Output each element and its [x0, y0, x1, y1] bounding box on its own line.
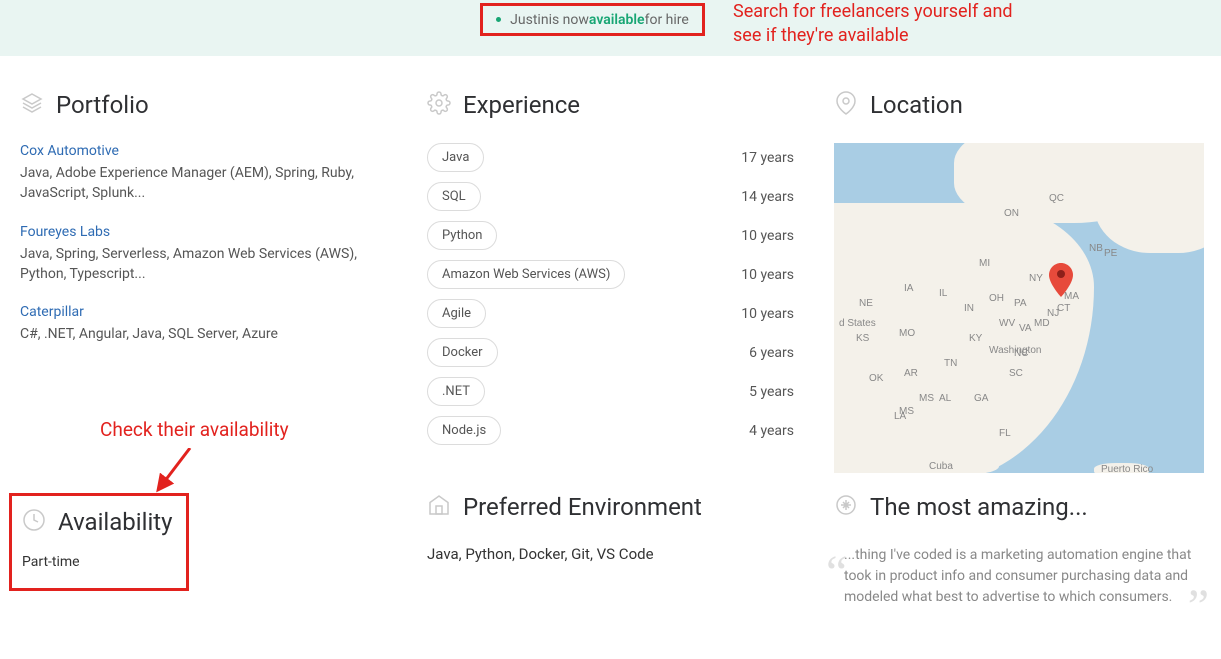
portfolio-tech: Java, Adobe Experience Manager (AEM), Sp… — [20, 163, 387, 204]
skill-pill[interactable]: Amazon Web Services (AWS) — [427, 260, 625, 289]
map-state-label: IN — [964, 303, 974, 314]
map-state-label: NB — [1089, 243, 1103, 254]
map-state-label: KS — [856, 333, 869, 344]
map-state-label: LA — [894, 411, 906, 422]
amazing-section: The most amazing... “ ...thing I've code… — [834, 493, 1201, 608]
map-state-label: MD — [1034, 318, 1050, 329]
map-state-label: MI — [979, 258, 990, 269]
banner-status-word: available — [589, 12, 645, 28]
skill-pill[interactable]: .NET — [427, 377, 485, 406]
portfolio-link[interactable]: Cox Automotive — [20, 143, 387, 159]
map-state-label: PA — [1014, 298, 1027, 309]
portfolio-section: Portfolio Cox Automotive Java, Adobe Exp… — [20, 91, 387, 473]
map-state-label: MO — [899, 328, 915, 339]
map-state-label: PE — [1104, 248, 1117, 259]
availability-value: Part-time — [22, 554, 176, 570]
experience-row: Python 10 years — [427, 221, 794, 250]
experience-years: 10 years — [741, 306, 794, 322]
layers-icon — [20, 91, 44, 119]
portfolio-tech: C#, .NET, Angular, Java, SQL Server, Azu… — [20, 324, 387, 344]
experience-years: 5 years — [749, 384, 794, 400]
map-state-label: NC — [1014, 348, 1028, 359]
map-state-label: OH — [989, 293, 1004, 304]
quote-close-icon: ” — [1188, 597, 1209, 616]
map-state-label: TN — [944, 358, 957, 369]
portfolio-link[interactable]: Foureyes Labs — [20, 224, 387, 240]
location-map[interactable]: d States Cuba Puerto Rico Washington ONQ… — [834, 143, 1204, 473]
gear-icon — [427, 91, 451, 119]
skill-pill[interactable]: Node.js — [427, 416, 501, 445]
environment-value: Java, Python, Docker, Git, VS Code — [427, 545, 794, 563]
experience-years: 4 years — [749, 423, 794, 439]
map-state-label: FL — [999, 428, 1011, 439]
experience-row: Amazon Web Services (AWS) 10 years — [427, 260, 794, 289]
map-state-label: VA — [1019, 323, 1032, 334]
skill-pill[interactable]: Java — [427, 143, 484, 172]
skill-pill[interactable]: Docker — [427, 338, 498, 367]
portfolio-item: Cox Automotive Java, Adobe Experience Ma… — [20, 143, 387, 204]
map-state-label: IA — [904, 283, 913, 294]
availability-section: Check their availability Availability Pa… — [20, 493, 387, 608]
availability-title: Availability — [58, 508, 173, 536]
skill-pill[interactable]: Python — [427, 221, 497, 250]
experience-years: 10 years — [741, 267, 794, 283]
location-section: Location d States Cuba Puerto Rico Washi… — [834, 91, 1201, 473]
portfolio-item: Foureyes Labs Java, Spring, Serverless, … — [20, 224, 387, 285]
map-state-label: QC — [1049, 193, 1064, 204]
map-state-label: NE — [859, 298, 873, 309]
experience-row: .NET 5 years — [427, 377, 794, 406]
experience-row: Agile 10 years — [427, 299, 794, 328]
map-label: Cuba — [929, 461, 953, 472]
environment-section: Preferred Environment Java, Python, Dock… — [427, 493, 794, 608]
experience-years: 6 years — [749, 345, 794, 361]
map-state-label: WV — [999, 318, 1015, 329]
map-label: Puerto Rico — [1101, 464, 1153, 473]
map-state-label: ON — [1004, 208, 1019, 219]
map-state-label: MS — [919, 393, 934, 404]
portfolio-tech: Java, Spring, Serverless, Amazon Web Ser… — [20, 244, 387, 285]
banner-suffix: for hire — [645, 12, 689, 28]
map-state-label: GA — [974, 393, 988, 404]
experience-years: 14 years — [741, 189, 794, 205]
portfolio-item: Caterpillar C#, .NET, Angular, Java, SQL… — [20, 304, 387, 344]
portfolio-title: Portfolio — [56, 91, 149, 119]
map-state-label: SC — [1009, 368, 1023, 379]
experience-row: Docker 6 years — [427, 338, 794, 367]
availability-pill: Justin is now available for hire — [480, 3, 705, 36]
experience-row: Node.js 4 years — [427, 416, 794, 445]
map-state-label: KY — [969, 333, 982, 344]
banner-prefix: is now — [549, 12, 589, 28]
experience-years: 10 years — [741, 228, 794, 244]
sparkle-icon — [834, 493, 858, 521]
location-title: Location — [870, 91, 963, 119]
annotation-availability: Check their availability — [100, 418, 289, 441]
environment-title: Preferred Environment — [463, 493, 702, 521]
availability-banner: Justin is now available for hire Search … — [0, 0, 1221, 56]
experience-section: Experience Java 17 years SQL 14 years Python… — [427, 91, 794, 473]
amazing-body: ...thing I've coded is a marketing autom… — [834, 545, 1201, 608]
experience-title: Experience — [463, 91, 580, 119]
amazing-title: The most amazing... — [870, 493, 1088, 521]
map-state-label: MA — [1064, 291, 1079, 302]
skill-pill[interactable]: Agile — [427, 299, 486, 328]
map-state-label: NY — [1029, 273, 1043, 284]
map-state-label: AL — [939, 393, 951, 404]
status-dot-icon — [496, 17, 501, 22]
experience-years: 17 years — [741, 150, 794, 166]
map-state-label: IL — [939, 288, 947, 299]
home-icon — [427, 493, 451, 521]
map-label: d States — [839, 318, 876, 329]
map-pin-icon — [834, 91, 858, 119]
annotation-top: Search for freelancers yourself and see … — [733, 0, 1043, 49]
clock-icon — [22, 508, 46, 536]
arrow-icon — [150, 448, 200, 502]
banner-name: Justin — [510, 12, 548, 28]
map-state-label: OK — [869, 373, 883, 384]
experience-row: Java 17 years — [427, 143, 794, 172]
skill-pill[interactable]: SQL — [427, 182, 481, 211]
quote-open-icon: “ — [826, 563, 847, 582]
portfolio-link[interactable]: Caterpillar — [20, 304, 387, 320]
experience-row: SQL 14 years — [427, 182, 794, 211]
map-state-label: AR — [904, 368, 918, 379]
